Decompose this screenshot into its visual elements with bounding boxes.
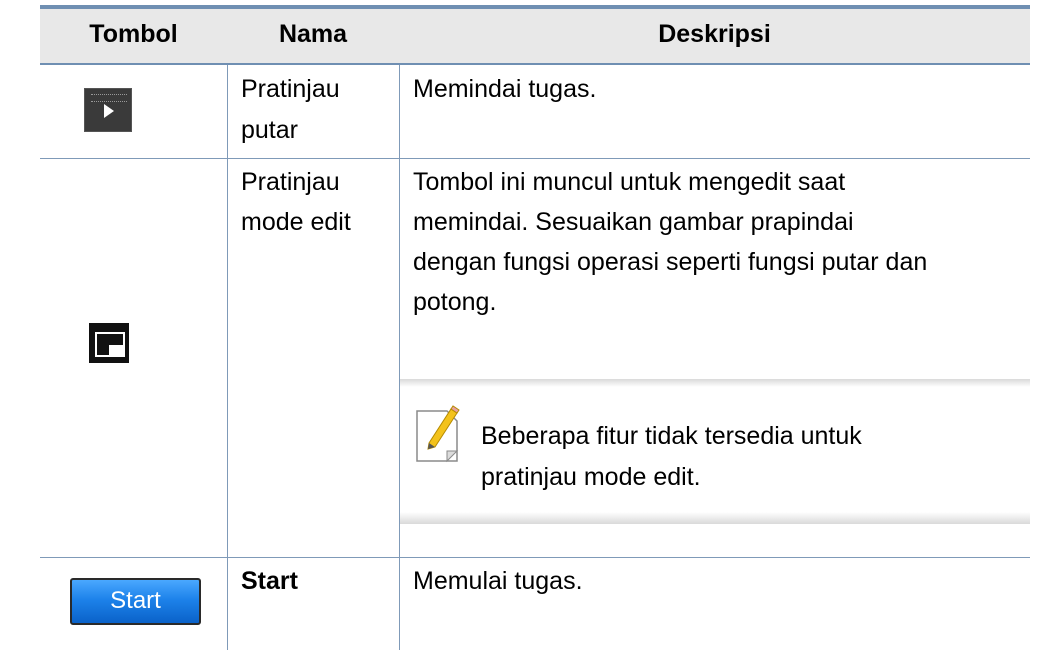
header-deskripsi: Deskripsi <box>658 20 771 48</box>
note-text-line1: Beberapa fitur tidak tersedia untuk <box>481 422 862 450</box>
table-header-rule <box>40 63 1030 65</box>
row3-description: Memulai tugas. <box>413 567 583 595</box>
row2-name-line2: mode edit <box>241 208 351 236</box>
start-button[interactable]: Start <box>70 578 201 625</box>
row-divider-1 <box>40 158 1030 159</box>
row-divider-2 <box>40 557 1030 558</box>
row1-name-line1: Pratinjau <box>241 75 340 103</box>
note-pencil-icon <box>416 405 460 463</box>
button-table: Tombol Nama Deskripsi Pratinjau putar Me… <box>0 0 1061 650</box>
header-tombol: Tombol <box>89 20 178 48</box>
column-divider-1 <box>227 65 228 650</box>
row3-name: Start <box>241 567 298 595</box>
note-text-line2: pratinjau mode edit. <box>481 463 701 491</box>
table-header-row: Tombol Nama Deskripsi <box>40 9 1030 64</box>
header-nama: Nama <box>278 20 348 48</box>
edit-mode-preview-icon <box>89 323 129 363</box>
row2-desc-line3: dengan fungsi operasi seperti fungsi put… <box>413 248 928 276</box>
row2-name-line1: Pratinjau <box>241 168 340 196</box>
column-divider-2 <box>399 65 400 650</box>
row1-description: Memindai tugas. <box>413 75 597 103</box>
row2-desc-line2: memindai. Sesuaikan gambar prapindai <box>413 208 854 236</box>
row2-desc-line1: Tombol ini muncul untuk mengedit saat <box>413 168 846 196</box>
rotate-preview-icon <box>84 88 132 132</box>
row2-desc-line4: potong. <box>413 288 497 316</box>
row1-name-line2: putar <box>241 116 298 144</box>
